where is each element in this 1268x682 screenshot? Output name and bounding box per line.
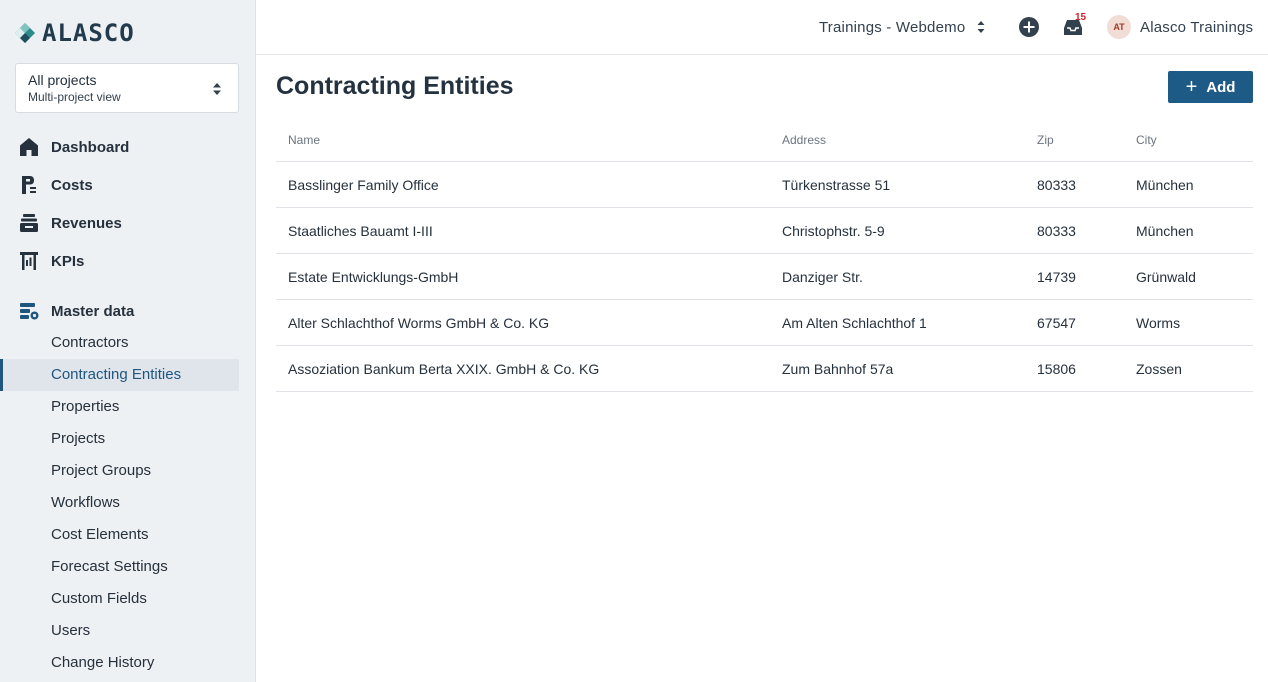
sidebar-item-custom-fields[interactable]: Custom Fields: [0, 583, 255, 615]
user-name: Alasco Trainings: [1140, 18, 1254, 36]
sidebar-item-users[interactable]: Users: [0, 615, 255, 647]
plus-icon: +: [1185, 76, 1198, 98]
nav-item-label: Costs: [51, 176, 93, 194]
project-selector-title: All projects: [28, 72, 97, 88]
cell-zip: 80333: [1037, 177, 1076, 193]
cell-city: München: [1136, 177, 1194, 193]
table-row[interactable]: Staatliches Bauamt I-III Christophstr. 5…: [276, 208, 1253, 254]
cell-city: Worms: [1136, 315, 1181, 331]
sidebar-item-forecast-settings[interactable]: Forecast Settings: [0, 551, 255, 583]
brand-name: ALASCO: [42, 19, 135, 47]
main-nav: Dashboard Costs Revenues KPIs: [0, 128, 255, 280]
alasco-logo-icon: [15, 23, 35, 43]
cell-address: Türkenstrasse 51: [782, 177, 891, 193]
nav-item-revenues[interactable]: Revenues: [0, 204, 255, 242]
master-data-icon: [18, 300, 40, 322]
sidebar-item-change-history[interactable]: Change History: [0, 647, 255, 679]
cell-city: Zossen: [1136, 361, 1182, 377]
create-plus-icon[interactable]: [1018, 16, 1040, 38]
cell-name: Estate Entwicklungs-GmbH: [288, 269, 459, 285]
contracting-entities-table: Name Address Zip City Basslinger Family …: [276, 116, 1253, 392]
table-row[interactable]: Alter Schlachthof Worms GmbH & Co. KG Am…: [276, 300, 1253, 346]
nav-item-kpis[interactable]: KPIs: [0, 242, 255, 280]
nav-item-dashboard[interactable]: Dashboard: [0, 128, 255, 166]
sidebar-item-project-groups[interactable]: Project Groups: [0, 455, 255, 487]
table-row[interactable]: Basslinger Family Office Türkenstrasse 5…: [276, 162, 1253, 208]
cell-address: Am Alten Schlachthof 1: [782, 315, 927, 331]
cell-name: Basslinger Family Office: [288, 177, 439, 193]
sidebar-item-workflows[interactable]: Workflows: [0, 487, 255, 519]
table-row[interactable]: Estate Entwicklungs-GmbH Danziger Str. 1…: [276, 254, 1253, 300]
nav-item-costs[interactable]: Costs: [0, 166, 255, 204]
cell-name: Alter Schlachthof Worms GmbH & Co. KG: [288, 315, 550, 331]
column-header-city[interactable]: City: [1136, 133, 1157, 147]
column-header-zip[interactable]: Zip: [1037, 133, 1054, 147]
add-button-label: Add: [1206, 78, 1236, 96]
cell-city: Grünwald: [1136, 269, 1196, 285]
nav-item-master-data[interactable]: Master data: [0, 292, 255, 330]
sort-arrows-icon: [213, 83, 221, 95]
add-button[interactable]: + Add: [1168, 71, 1253, 103]
sidebar-item-projects[interactable]: Projects: [0, 423, 255, 455]
table-header: Name Address Zip City: [276, 116, 1253, 162]
sidebar: ALASCO All projects Multi-project view D…: [0, 0, 256, 682]
sidebar-item-contracting-entities[interactable]: Contracting Entities: [0, 359, 239, 391]
nav-item-label: Master data: [51, 302, 135, 320]
page-title: Contracting Entities: [276, 72, 514, 100]
column-header-address[interactable]: Address: [782, 133, 826, 147]
kpi-chart-icon: [18, 250, 40, 272]
cell-address: Danziger Str.: [782, 269, 863, 285]
tenant-name: Trainings - Webdemo: [819, 18, 966, 36]
cell-city: München: [1136, 223, 1194, 239]
cell-zip: 15806: [1037, 361, 1076, 377]
sidebar-item-contractors[interactable]: Contractors: [0, 327, 255, 359]
table-row[interactable]: Assoziation Bankum Berta XXIX. GmbH & Co…: [276, 346, 1253, 392]
cell-zip: 67547: [1037, 315, 1076, 331]
column-header-name[interactable]: Name: [288, 133, 320, 147]
sort-arrows-icon: [977, 21, 985, 33]
project-selector-subtitle: Multi-project view: [28, 90, 121, 104]
master-data-section: Master data: [0, 292, 255, 330]
nav-item-label: Dashboard: [51, 138, 130, 156]
sidebar-item-cost-elements[interactable]: Cost Elements: [0, 519, 255, 551]
home-icon: [18, 136, 40, 158]
tenant-switcher[interactable]: Trainings - Webdemo: [819, 17, 985, 37]
user-menu[interactable]: AT Alasco Trainings: [1107, 15, 1253, 39]
notification-badge: 15: [1075, 12, 1087, 23]
nav-item-label: Revenues: [51, 214, 122, 232]
costs-icon: [18, 174, 40, 196]
nav-item-label: KPIs: [51, 252, 85, 270]
master-data-sub-nav: Contractors Contracting Entities Propert…: [0, 327, 255, 679]
app: ALASCO All projects Multi-project view D…: [0, 0, 1268, 682]
cell-zip: 80333: [1037, 223, 1076, 239]
project-selector[interactable]: All projects Multi-project view: [15, 63, 239, 113]
cell-name: Assoziation Bankum Berta XXIX. GmbH & Co…: [288, 361, 600, 377]
cell-zip: 14739: [1037, 269, 1076, 285]
sidebar-item-properties[interactable]: Properties: [0, 391, 255, 423]
avatar: AT: [1107, 15, 1131, 39]
alasco-logo[interactable]: ALASCO: [14, 19, 135, 47]
cell-address: Christophstr. 5-9: [782, 223, 885, 239]
topbar: Trainings - Webdemo 15 AT Alasco Trainin…: [256, 0, 1268, 55]
revenues-icon: [18, 212, 40, 234]
cell-address: Zum Bahnhof 57a: [782, 361, 894, 377]
cell-name: Staatliches Bauamt I-III: [288, 223, 433, 239]
